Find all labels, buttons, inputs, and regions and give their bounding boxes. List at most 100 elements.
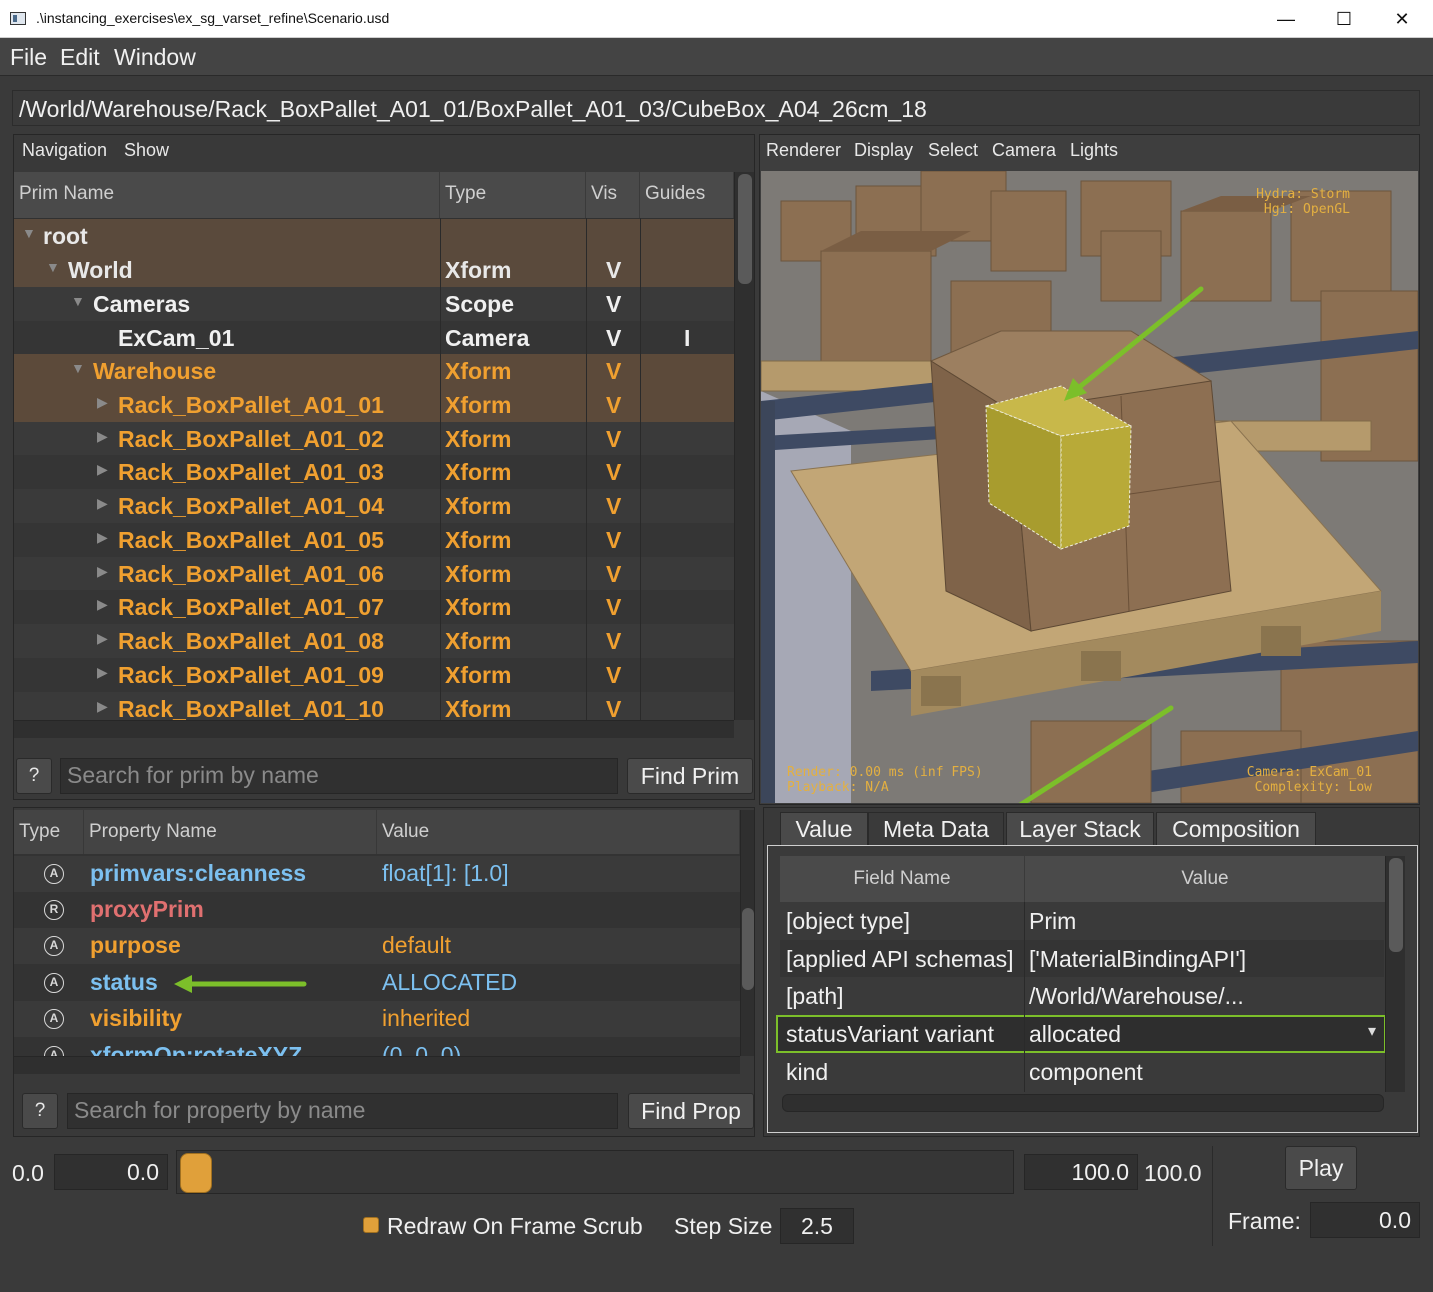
property-scrollbar[interactable] — [740, 810, 754, 1056]
col-header-type[interactable]: Type — [440, 172, 586, 218]
property-row[interactable]: A primvars:cleanness float[1]: [1.0] — [14, 856, 740, 892]
metadata-scrollbar-thumb[interactable] — [1389, 858, 1403, 952]
tree-row-rack-01[interactable]: ▶ Rack_BoxPallet_A01_01 Xform V — [14, 388, 734, 422]
viewport-menu-camera[interactable]: Camera — [992, 140, 1056, 161]
status-variant-select[interactable]: allocated — [1029, 1021, 1121, 1048]
collapsed-arrow-icon[interactable]: ▶ — [97, 529, 108, 546]
metadata-row[interactable]: [applied API schemas] ['MaterialBindingAP… — [780, 940, 1384, 978]
collapsed-arrow-icon[interactable]: ▶ — [97, 664, 108, 681]
col-header-meta-value[interactable]: Value — [1025, 856, 1385, 902]
tree-row-rack-07[interactable]: ▶ Rack_BoxPallet_A01_07 Xform V — [14, 590, 734, 624]
expand-arrow-icon[interactable]: ▼ — [71, 360, 85, 376]
tree-row-warehouse[interactable]: ▼ Warehouse Xform V — [14, 354, 734, 388]
tab-value[interactable]: Value — [780, 812, 868, 846]
tab-meta-data[interactable]: Meta Data — [868, 812, 1004, 846]
metadata-scrollbar[interactable] — [1385, 856, 1405, 1092]
collapsed-arrow-icon[interactable]: ▶ — [97, 630, 108, 647]
find-prim-button[interactable]: Find Prim — [627, 758, 753, 794]
timeline-end-field[interactable]: 100.0 — [1024, 1154, 1138, 1190]
tree-scrollbar-thumb[interactable] — [738, 174, 752, 284]
column-divider — [640, 218, 641, 720]
redraw-label: Redraw On Frame Scrub — [387, 1213, 643, 1239]
viewport-menu-renderer[interactable]: Renderer — [766, 140, 841, 161]
tree-row-rack-03[interactable]: ▶ Rack_BoxPallet_A01_03 Xform V — [14, 455, 734, 489]
col-header-prop-name[interactable]: Property Name — [84, 810, 377, 854]
metadata-row[interactable]: kind component — [780, 1053, 1384, 1091]
property-row-status[interactable]: A status ALLOCATED — [14, 965, 740, 1001]
tree-scrollbar[interactable] — [734, 172, 754, 720]
property-row[interactable]: A xformOp:rotateXYZ (0, 0, 0) — [14, 1038, 740, 1056]
tab-composition[interactable]: Composition — [1156, 812, 1316, 846]
attribute-icon: A — [44, 1009, 64, 1029]
prim-path-text: /World/Warehouse/Rack_BoxPallet_A01_01/B… — [19, 96, 927, 122]
property-help-button[interactable]: ? — [22, 1093, 58, 1129]
annotation-arrow-status — [174, 975, 307, 993]
tree-row-rack-02[interactable]: ▶ Rack_BoxPallet_A01_02 Xform V — [14, 422, 734, 456]
prim-help-button[interactable]: ? — [16, 758, 52, 794]
col-header-prop-value[interactable]: Value — [377, 810, 740, 854]
timeline-start-field[interactable]: 0.0 — [54, 1154, 168, 1190]
property-hscrollbar[interactable] — [14, 1056, 740, 1074]
col-header-vis[interactable]: Vis — [586, 172, 640, 218]
viewport-menu-display[interactable]: Display — [854, 140, 913, 161]
dropdown-arrow-icon[interactable]: ▾ — [1368, 1021, 1376, 1041]
tree-row-rack-04[interactable]: ▶ Rack_BoxPallet_A01_04 Xform V — [14, 489, 734, 523]
collapsed-arrow-icon[interactable]: ▶ — [97, 428, 108, 445]
metadata-row-status-variant[interactable]: statusVariant variant allocated ▾ — [776, 1015, 1386, 1053]
tree-row-rack-10[interactable]: ▶ Rack_BoxPallet_A01_10 Xform V — [14, 692, 734, 720]
attribute-icon: A — [44, 1046, 64, 1056]
collapsed-arrow-icon[interactable]: ▶ — [97, 394, 108, 411]
redraw-checkbox[interactable] — [363, 1217, 379, 1233]
metadata-hscrollbar[interactable] — [782, 1094, 1384, 1112]
collapsed-arrow-icon[interactable]: ▶ — [97, 461, 108, 478]
step-size-field[interactable]: 2.5 — [780, 1208, 854, 1244]
tree-row-root[interactable]: ▼ root — [14, 219, 734, 253]
menu-edit[interactable]: Edit — [60, 44, 100, 71]
tree-row-rack-05[interactable]: ▶ Rack_BoxPallet_A01_05 Xform V — [14, 523, 734, 557]
prim-search-input[interactable]: Search for prim by name — [60, 758, 618, 794]
collapsed-arrow-icon[interactable]: ▶ — [97, 563, 108, 580]
maximize-button[interactable]: ☐ — [1315, 0, 1373, 38]
timeline-slider[interactable] — [176, 1150, 1014, 1194]
property-row[interactable]: R proxyPrim — [14, 892, 740, 928]
expand-arrow-icon[interactable]: ▼ — [46, 259, 60, 275]
frame-field[interactable]: 0.0 — [1310, 1202, 1420, 1238]
collapsed-arrow-icon[interactable]: ▶ — [97, 698, 108, 715]
play-button[interactable]: Play — [1285, 1146, 1357, 1190]
col-header-prim-name[interactable]: Prim Name — [14, 172, 440, 218]
metadata-row[interactable]: [path]/World/Warehouse/... — [780, 977, 1384, 1015]
tab-layer-stack[interactable]: Layer Stack — [1006, 812, 1154, 846]
col-header-guides[interactable]: Guides — [640, 172, 734, 218]
find-prop-button[interactable]: Find Prop — [628, 1093, 754, 1129]
viewport-menu-lights[interactable]: Lights — [1070, 140, 1118, 161]
property-row[interactable]: A purpose default — [14, 928, 740, 964]
timeline-slider-handle[interactable] — [180, 1153, 212, 1193]
metadata-row[interactable]: [object type] Prim — [780, 902, 1384, 940]
collapsed-arrow-icon[interactable]: ▶ — [97, 495, 108, 512]
minimize-button[interactable]: — — [1257, 0, 1315, 38]
tree-row-rack-06[interactable]: ▶ Rack_BoxPallet_A01_06 Xform V — [14, 557, 734, 591]
menu-file[interactable]: File — [10, 44, 47, 71]
col-header-prop-type[interactable]: Type — [14, 810, 84, 854]
tree-row-world[interactable]: ▼ World Xform V — [14, 253, 734, 287]
3d-viewport[interactable]: Hydra: Storm Hgi: OpenGL Render: 0.00 ms… — [761, 171, 1418, 803]
expand-arrow-icon[interactable]: ▼ — [22, 225, 36, 241]
prim-path-field[interactable]: /World/Warehouse/Rack_BoxPallet_A01_01/B… — [12, 90, 1420, 126]
tree-row-excam[interactable]: ExCam_01 Camera V I — [14, 321, 734, 355]
col-header-field-name[interactable]: Field Name — [780, 856, 1024, 902]
property-scrollbar-thumb[interactable] — [742, 908, 754, 990]
expand-arrow-icon[interactable]: ▼ — [71, 293, 85, 309]
property-search-input[interactable]: Search for property by name — [67, 1093, 618, 1129]
close-button[interactable]: ✕ — [1373, 0, 1431, 38]
timeline-start-label: 0.0 — [12, 1160, 44, 1186]
tree-row-rack-09[interactable]: ▶ Rack_BoxPallet_A01_09 Xform V — [14, 658, 734, 692]
viewport-menu-select[interactable]: Select — [928, 140, 978, 161]
browser-menu-show[interactable]: Show — [124, 140, 169, 161]
menu-window[interactable]: Window — [114, 44, 196, 71]
tree-row-rack-08[interactable]: ▶ Rack_BoxPallet_A01_08 Xform V — [14, 624, 734, 658]
property-row[interactable]: A visibility inherited — [14, 1001, 740, 1037]
tree-hscrollbar[interactable] — [14, 720, 734, 738]
tree-row-cameras[interactable]: ▼ Cameras Scope V — [14, 287, 734, 321]
browser-menu-navigation[interactable]: Navigation — [22, 140, 107, 161]
collapsed-arrow-icon[interactable]: ▶ — [97, 596, 108, 613]
